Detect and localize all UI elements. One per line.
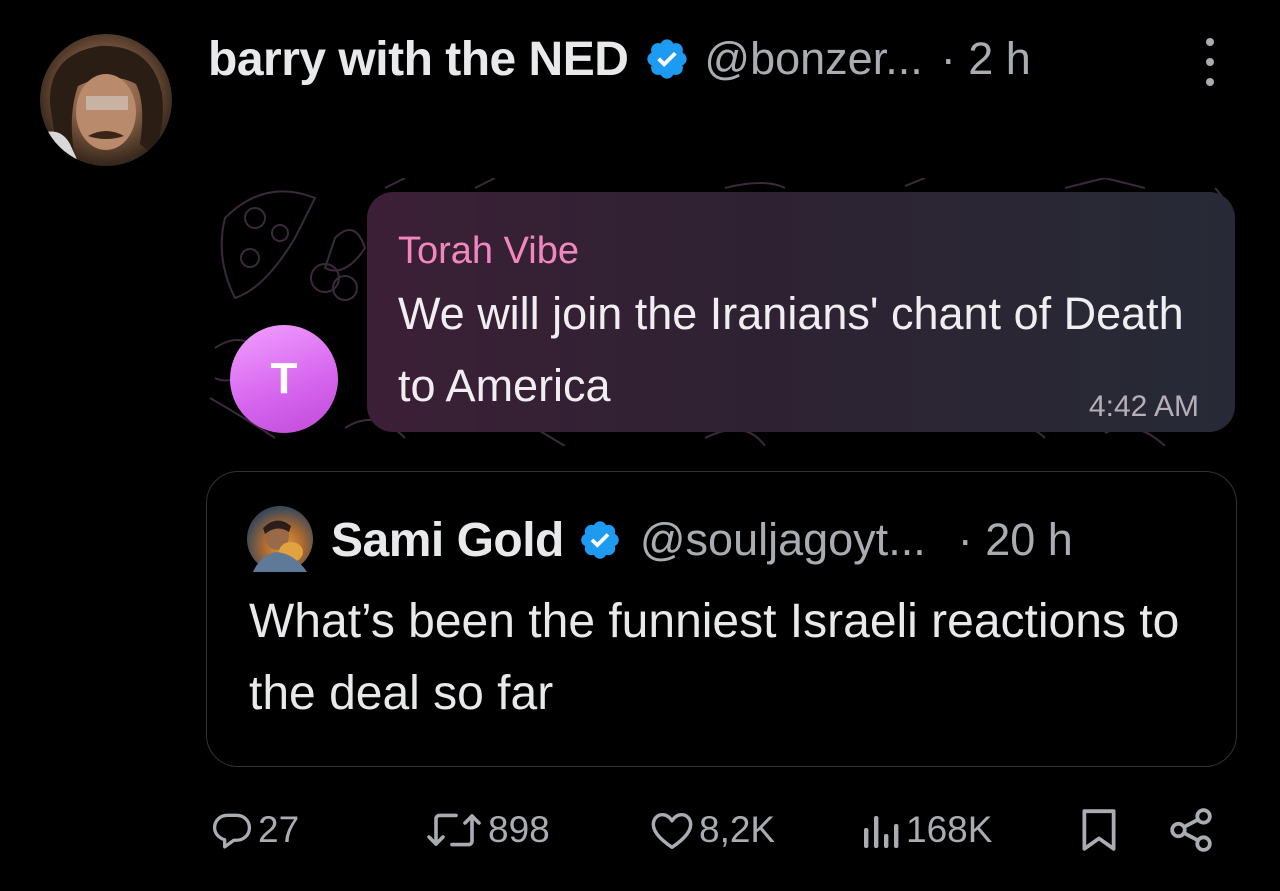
chat-message-text: We will join the Iranians' chant of Deat… xyxy=(398,288,1184,411)
tweet-media-image[interactable]: T Torah Vibe We will join the Iranians' … xyxy=(205,178,1239,446)
view-count: 168K xyxy=(906,809,993,850)
quoted-tweet-text: What’s been the funniest Israeli reactio… xyxy=(249,595,1180,720)
bookmark-icon xyxy=(1082,809,1116,851)
bookmark-button[interactable] xyxy=(1080,806,1118,854)
views-button[interactable]: 168K xyxy=(858,806,992,854)
reply-icon xyxy=(212,813,252,849)
share-button[interactable] xyxy=(1168,806,1214,854)
profile-photo-icon xyxy=(40,45,163,166)
share-icon xyxy=(1170,808,1212,852)
quoted-author-avatar[interactable] xyxy=(247,506,313,572)
like-icon xyxy=(651,812,693,849)
retweet-icon xyxy=(427,813,481,847)
verified-badge-icon xyxy=(647,39,688,79)
chat-sender-name: Torah Vibe xyxy=(398,230,579,272)
author-handle[interactable]: @bonzer... xyxy=(704,33,922,85)
tweet-time[interactable]: · 2 h xyxy=(941,33,1031,85)
author-avatar[interactable] xyxy=(40,34,172,166)
reply-count: 27 xyxy=(258,809,300,850)
retweet-button[interactable]: 898 xyxy=(424,806,550,854)
quoted-author-handle: @souljagoyt... xyxy=(639,514,926,565)
profile-photo-icon xyxy=(253,520,307,572)
chat-message-bubble: Torah Vibe We will join the Iranians' ch… xyxy=(367,192,1235,432)
quoted-tweet[interactable]: Sami Gold @souljagoyt... · 20 h What’s b… xyxy=(206,471,1237,767)
chat-message-time: 4:42 AM xyxy=(1088,390,1199,423)
quoted-tweet-header: Sami Gold @souljagoyt... · 20 h xyxy=(331,510,1073,570)
chat-sender-avatar: T xyxy=(230,325,338,433)
more-options-icon[interactable] xyxy=(1194,38,1226,86)
tweet-header: barry with the NED @bonzer... · 2 h xyxy=(208,28,1220,90)
verified-badge-icon xyxy=(581,521,619,559)
like-button[interactable]: 8,2K xyxy=(649,806,775,854)
reply-button[interactable]: 27 xyxy=(210,806,299,854)
quoted-author-name[interactable]: Sami Gold xyxy=(331,513,564,568)
views-icon xyxy=(864,816,899,848)
like-count: 8,2K xyxy=(699,809,776,850)
retweet-count: 898 xyxy=(488,809,550,850)
author-name[interactable]: barry with the NED xyxy=(208,32,629,87)
quoted-tweet-time: · 20 h xyxy=(957,514,1073,565)
